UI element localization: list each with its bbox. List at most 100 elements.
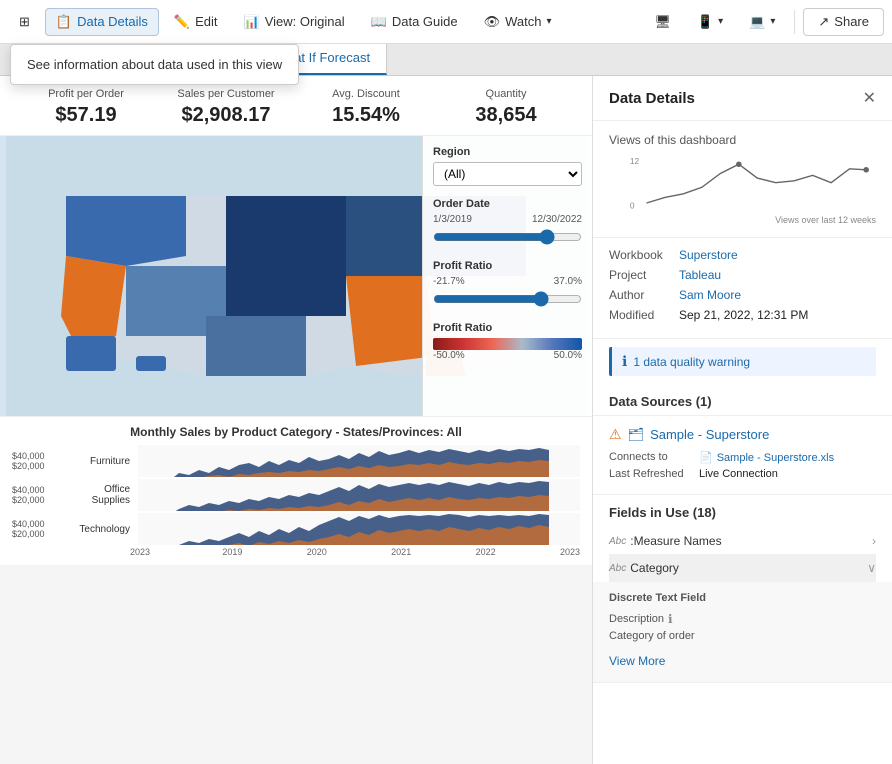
- color-max-label: 50.0%: [554, 350, 582, 361]
- modified-key: Modified: [609, 308, 679, 322]
- furniture-amounts: $40,000 $20,000: [12, 451, 62, 471]
- panel-title: Data Details: [609, 90, 695, 107]
- chart-labels: Views over last 12 weeks: [609, 215, 876, 225]
- datasource-item: ⚠ 🗂 Sample - Superstore Connects to 📄 Sa…: [593, 416, 892, 495]
- date-to: 12/30/2022: [532, 214, 582, 225]
- furniture-label: Furniture: [70, 456, 130, 467]
- profit-ratio-slider[interactable]: [433, 291, 582, 307]
- stat-sales-per-customer-label: Sales per Customer: [156, 88, 296, 100]
- share-button[interactable]: ↗ Share: [803, 8, 884, 36]
- meta-row-workbook: Workbook Superstore: [609, 248, 876, 262]
- mini-chart: 12 0: [609, 155, 876, 215]
- stat-avg-discount-label: Avg. Discount: [296, 88, 436, 100]
- order-date-range: 1/3/2019 12/30/2022: [433, 214, 582, 225]
- device-button-2[interactable]: 📱 ▾: [686, 8, 734, 36]
- guide-icon: 📖: [371, 14, 387, 30]
- technology-amount-20k: $20,000: [12, 529, 62, 539]
- view-icon: 📊: [244, 14, 260, 30]
- chart-rows: $40,000 $20,000 Furniture $40,000: [12, 445, 580, 545]
- device-button-3[interactable]: 💻 ▾: [738, 8, 786, 36]
- device-icon-2: 📱: [697, 14, 713, 30]
- share-icon: ↗: [818, 14, 829, 30]
- tooltip-text: See information about data used in this …: [27, 57, 282, 72]
- measure-names-chevron-icon: ›: [872, 534, 876, 548]
- order-date-filter-label: Order Date: [433, 198, 582, 210]
- workbook-key: Workbook: [609, 248, 679, 262]
- connects-to-filename[interactable]: Sample - Superstore.xls: [717, 452, 834, 464]
- edit-icon: ✏️: [174, 14, 190, 30]
- last-refreshed-row: Last Refreshed Live Connection: [609, 468, 876, 480]
- stat-quantity: Quantity 38,654: [436, 88, 576, 127]
- field-description: Category of order: [609, 630, 876, 642]
- info-icon-small: ℹ: [668, 612, 673, 626]
- device-icon-1: 🖥: [654, 14, 671, 30]
- profit-ratio-filter-label: Profit Ratio: [433, 260, 582, 272]
- svg-text:12: 12: [630, 156, 640, 166]
- technology-amounts: $40,000 $20,000: [12, 519, 62, 539]
- filters-panel: Region (All) Order Date 1/3/2019 12/30/2…: [422, 136, 592, 416]
- project-value[interactable]: Tableau: [679, 268, 721, 282]
- tooltip-popup: See information about data used in this …: [10, 44, 299, 85]
- stat-avg-discount: Avg. Discount 15.54%: [296, 88, 436, 127]
- watch-label: Watch: [505, 14, 541, 29]
- datasource-name-row: ⚠ 🗂 Sample - Superstore: [609, 426, 876, 443]
- views-section: Views of this dashboard 12 0 Views over …: [593, 121, 892, 238]
- connects-to-value-row: 📄 Sample - Superstore.xls: [699, 451, 834, 464]
- stat-profit-per-order-label: Profit per Order: [16, 88, 156, 100]
- field-row-measure-names[interactable]: Abc :Measure Names ›: [609, 528, 876, 555]
- stat-avg-discount-value: 15.54%: [296, 104, 436, 127]
- color-bar: [433, 338, 582, 350]
- year-label-2022: 2022: [476, 547, 496, 557]
- data-guide-button[interactable]: 📖 Data Guide: [360, 8, 469, 36]
- measure-names-label: :Measure Names: [630, 534, 721, 548]
- meta-row-author: Author Sam Moore: [609, 288, 876, 302]
- category-chevron-icon: ∨: [867, 561, 876, 575]
- workbook-value[interactable]: Superstore: [679, 248, 738, 262]
- profit-ratio-min: -21.7%: [433, 276, 465, 287]
- watch-button[interactable]: 👁 Watch ▾: [473, 8, 563, 36]
- home-button[interactable]: ⊞: [8, 8, 41, 36]
- view-more-link[interactable]: View More: [609, 650, 665, 672]
- technology-bars: [138, 513, 580, 545]
- close-button[interactable]: ✕: [863, 88, 876, 108]
- datasource-name-label[interactable]: Sample - Superstore: [650, 427, 769, 442]
- chart-row-office-supplies: $40,000 $20,000 OfficeSupplies: [12, 479, 580, 511]
- category-type: Abc: [609, 563, 626, 574]
- warning-banner[interactable]: ℹ 1 data quality warning: [609, 347, 876, 376]
- order-date-slider[interactable]: [433, 229, 582, 245]
- stats-row: Profit per Order $57.19 Sales per Custom…: [0, 76, 592, 136]
- edit-button[interactable]: ✏️ Edit: [163, 8, 229, 36]
- modified-value: Sep 21, 2022, 12:31 PM: [679, 308, 808, 322]
- chart-label-0: [609, 215, 637, 225]
- stat-sales-per-customer: Sales per Customer $2,908.17: [156, 88, 296, 127]
- watch-icon: 👁: [484, 14, 501, 30]
- field-row-category[interactable]: Abc Category ∨: [609, 555, 876, 582]
- category-label: Category: [630, 561, 679, 575]
- year-label-2019: 2019: [222, 547, 242, 557]
- region-select[interactable]: (All): [433, 162, 582, 186]
- info-icon: ℹ: [622, 353, 627, 370]
- last-refreshed-key: Last Refreshed: [609, 468, 699, 480]
- profit-ratio-max: 37.0%: [554, 276, 582, 287]
- home-icon: ⊞: [19, 14, 30, 30]
- description-row: Description ℹ: [609, 612, 876, 626]
- toolbar: ⊞ 📋 Data Details ✏️ Edit 📊 View: Origina…: [0, 0, 892, 44]
- office-amount-20k: $20,000: [12, 495, 62, 505]
- year-label-start: 2023: [130, 547, 158, 557]
- fields-section: Fields in Use (18) Abc :Measure Names › …: [593, 495, 892, 582]
- color-filter-label: Profit Ratio: [433, 322, 582, 334]
- device-button-1[interactable]: 🖥: [643, 8, 682, 36]
- panel-header: Data Details ✕: [593, 76, 892, 121]
- view-original-label: View: Original: [265, 14, 345, 29]
- stat-profit-per-order: Profit per Order $57.19: [16, 88, 156, 127]
- data-details-label: Data Details: [77, 14, 148, 29]
- author-value[interactable]: Sam Moore: [679, 288, 741, 302]
- office-supplies-bars: [138, 479, 580, 511]
- view-original-button[interactable]: 📊 View: Original: [233, 8, 356, 36]
- map-area: Region (All) Order Date 1/3/2019 12/30/2…: [0, 136, 592, 416]
- furniture-amount-40k: $40,000: [12, 451, 62, 461]
- data-details-button[interactable]: 📋 Data Details: [45, 8, 159, 36]
- chart-title: Monthly Sales by Product Category - Stat…: [12, 425, 580, 439]
- color-min-label: -50.0%: [433, 350, 465, 361]
- datasource-warning-icon: ⚠: [609, 426, 622, 443]
